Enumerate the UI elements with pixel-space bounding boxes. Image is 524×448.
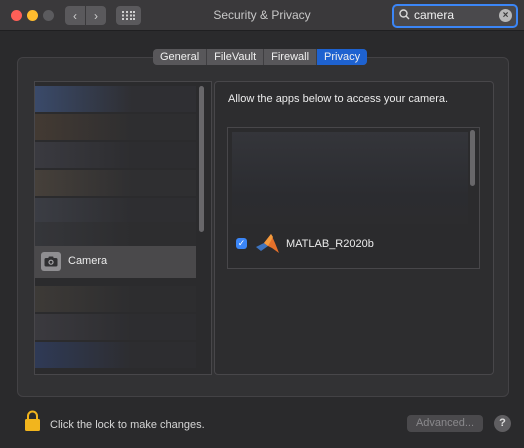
advanced-button[interactable]: Advanced... — [407, 415, 483, 432]
description-text: Allow the apps below to access your came… — [228, 93, 449, 105]
matlab-checkbox[interactable]: ✓ — [236, 238, 247, 249]
app-name: MATLAB_R2020b — [286, 238, 374, 250]
tab-filevault[interactable]: FileVault — [207, 49, 265, 65]
lock-icon[interactable] — [24, 410, 41, 432]
tab-bar: General FileVault Firewall Privacy — [153, 49, 368, 65]
list-item[interactable] — [35, 142, 196, 168]
matlab-icon — [256, 234, 279, 253]
help-button[interactable]: ? — [494, 415, 511, 432]
tab-general[interactable]: General — [153, 49, 208, 65]
list-item[interactable] — [35, 222, 196, 248]
list-item[interactable] — [35, 198, 196, 224]
search-input[interactable]: camera — [414, 8, 454, 22]
list-item[interactable] — [35, 86, 196, 112]
tab-firewall[interactable]: Firewall — [264, 49, 318, 65]
list-item[interactable] — [35, 314, 196, 340]
list-item[interactable] — [35, 342, 196, 368]
search-field[interactable]: camera × — [392, 4, 518, 28]
camera-icon — [41, 252, 61, 271]
list-item[interactable] — [232, 132, 468, 224]
lock-message: Click the lock to make changes. — [50, 419, 205, 431]
app-list[interactable]: ✓ MATLAB_R2020b — [227, 127, 480, 269]
sidebar-item-camera[interactable]: Camera — [35, 246, 196, 278]
clear-search-icon[interactable]: × — [499, 9, 512, 22]
app-list-scrollbar[interactable] — [470, 130, 475, 186]
list-item[interactable] — [35, 170, 196, 196]
search-icon — [399, 9, 410, 20]
title-bar: ‹ › Security & Privacy camera × — [0, 0, 524, 31]
privacy-category-list[interactable]: Camera — [34, 81, 212, 375]
sidebar-item-label: Camera — [68, 255, 108, 267]
tab-privacy[interactable]: Privacy — [317, 49, 368, 65]
list-item[interactable] — [35, 286, 196, 312]
app-row-matlab[interactable]: ✓ MATLAB_R2020b — [228, 230, 479, 257]
sidebar-scrollbar[interactable] — [199, 86, 204, 232]
list-item[interactable] — [35, 114, 196, 140]
